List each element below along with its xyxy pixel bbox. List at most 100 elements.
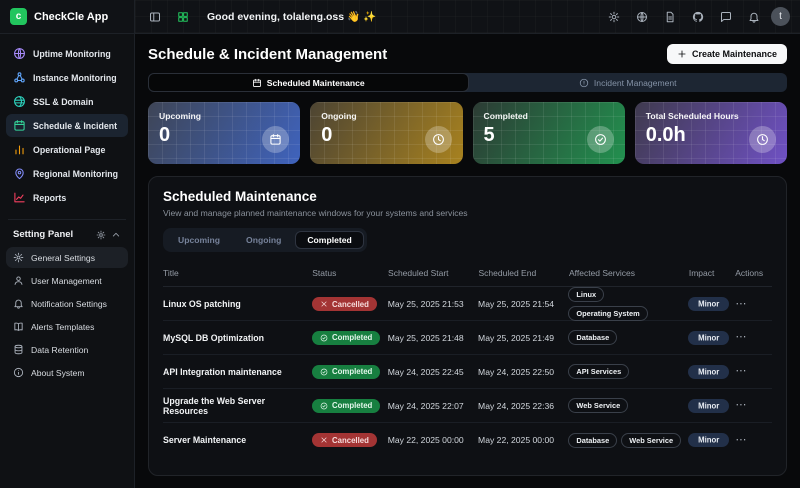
gear-icon	[96, 230, 106, 240]
app-name: CheckCle App	[34, 11, 108, 23]
sidebar-item-label: SSL & Domain	[33, 97, 93, 107]
sidebar-item-operational-page[interactable]: Operational Page	[6, 138, 128, 161]
topbar-right-icons: t	[603, 6, 790, 28]
scheduled-end: May 24, 2025 22:36	[478, 401, 562, 411]
app-grid-button[interactable]	[173, 7, 193, 27]
column-header-actions: Actions	[735, 268, 772, 278]
scheduled-end: May 25, 2025 21:49	[478, 333, 562, 343]
tab-label: Scheduled Maintenance	[267, 78, 365, 88]
sidebar-item-instance-monitoring[interactable]: Instance Monitoring	[6, 66, 128, 89]
top-bar-main: Good evening, tolaleng.oss 👋 ✨ t	[135, 0, 800, 33]
scheduled-maintenance-panel: Scheduled Maintenance View and manage pl…	[148, 176, 787, 476]
service-tag: Database	[568, 433, 617, 448]
sidebar-item-regional-monitoring[interactable]: Regional Monitoring	[6, 162, 128, 185]
bell-icon	[13, 298, 24, 309]
settings-panel-header[interactable]: Setting Panel	[6, 227, 128, 247]
theme-toggle-button[interactable]	[603, 6, 625, 28]
scheduled-end: May 25, 2025 21:54	[478, 299, 562, 309]
tab-incident-management[interactable]: Incident Management	[469, 73, 788, 92]
book-icon	[13, 321, 24, 332]
github-button[interactable]	[687, 6, 709, 28]
notifications-button[interactable]	[743, 6, 765, 28]
twitter-button[interactable]	[693, 11, 703, 21]
user-avatar[interactable]: t	[771, 7, 790, 26]
chevron-up-icon[interactable]	[111, 230, 121, 240]
column-header-impact: Impact	[689, 268, 729, 278]
database-icon	[13, 344, 24, 355]
sidebar-item-label: Reports	[33, 193, 66, 203]
status-badge: Completed	[312, 399, 380, 413]
sidebar-item-reports[interactable]: Reports	[6, 186, 128, 209]
tab-scheduled-maintenance[interactable]: Scheduled Maintenance	[148, 73, 469, 92]
settings-item-user-management[interactable]: User Management	[6, 270, 128, 291]
status-label: Completed	[332, 333, 372, 342]
sidebar-item-schedule-incident[interactable]: Schedule & Incident	[6, 114, 128, 137]
stat-card-ongoing: Ongoing 0	[310, 102, 462, 164]
scheduled-end: May 22, 2025 00:00	[478, 435, 562, 445]
row-actions-button[interactable]: ⋯	[735, 298, 747, 310]
bar-chart-icon	[13, 143, 26, 156]
impact-badge: Minor	[688, 433, 729, 447]
row-actions-button[interactable]: ⋯	[735, 365, 747, 377]
stat-card-upcoming: Upcoming 0	[148, 102, 300, 164]
settings-panel-label: Setting Panel	[13, 229, 91, 240]
gear-icon	[13, 252, 24, 263]
calendar-icon	[252, 78, 262, 88]
sidebar-item-uptime-monitoring[interactable]: Uptime Monitoring	[6, 42, 128, 65]
sidebar-item-label: Operational Page	[33, 145, 105, 155]
filter-ongoing[interactable]: Ongoing	[234, 231, 293, 249]
sidebar-item-label: Uptime Monitoring	[33, 49, 111, 59]
app-shell: Uptime Monitoring Instance Monitoring SS…	[0, 34, 800, 488]
line-chart-icon	[13, 191, 26, 204]
filter-upcoming[interactable]: Upcoming	[166, 231, 232, 249]
settings-item-alerts-templates[interactable]: Alerts Templates	[6, 316, 128, 337]
settings-item-general-settings[interactable]: General Settings	[6, 247, 128, 268]
check-circle-icon	[320, 368, 328, 376]
settings-item-label: Notification Settings	[31, 299, 107, 309]
docs-button[interactable]	[659, 6, 681, 28]
maintenance-title: Linux OS patching	[163, 299, 306, 309]
feedback-button[interactable]	[715, 6, 737, 28]
panel-toggle-button[interactable]	[145, 7, 165, 27]
table-row[interactable]: Upgrade the Web Server Resources Complet…	[163, 389, 772, 423]
sidebar-item-label: Schedule & Incident	[33, 121, 117, 131]
sidebar-item-ssl-domain[interactable]: SSL & Domain	[6, 90, 128, 113]
brand[interactable]: c CheckCle App	[0, 0, 135, 33]
status-badge: Cancelled	[312, 297, 377, 311]
settings-nav: General Settings User Management Notific…	[6, 247, 128, 385]
create-maintenance-button[interactable]: Create Maintenance	[667, 44, 787, 64]
sidebar-item-label: Instance Monitoring	[33, 73, 117, 83]
column-header-title: Title	[163, 268, 306, 278]
stat-label: Upcoming	[159, 111, 289, 121]
affected-services: Database	[568, 330, 682, 345]
settings-item-notification-settings[interactable]: Notification Settings	[6, 293, 128, 314]
row-actions-button[interactable]: ⋯	[735, 399, 747, 411]
settings-item-about-system[interactable]: About System	[6, 362, 128, 383]
row-actions-button[interactable]: ⋯	[735, 331, 747, 343]
table-row[interactable]: MySQL DB Optimization Completed May 25, …	[163, 321, 772, 355]
create-maintenance-label: Create Maintenance	[692, 49, 777, 59]
row-actions-button[interactable]: ⋯	[735, 434, 747, 446]
plus-icon	[677, 49, 687, 59]
impact-badge: Minor	[688, 399, 729, 413]
column-header-affected-services: Affected Services	[569, 268, 683, 278]
settings-item-data-retention[interactable]: Data Retention	[6, 339, 128, 360]
greeting-text: Good evening, tolaleng.oss 👋 ✨	[207, 10, 376, 23]
table-row[interactable]: API Integration maintenance Completed Ma…	[163, 355, 772, 389]
view-tabs: Scheduled Maintenance Incident Managemen…	[148, 73, 787, 92]
status-label: Completed	[332, 401, 372, 410]
table-header-row: TitleStatusScheduled StartScheduled EndA…	[163, 263, 772, 287]
table-row[interactable]: Linux OS patching Cancelled May 25, 2025…	[163, 287, 772, 321]
impact-badge: Minor	[688, 365, 729, 379]
scheduled-start: May 25, 2025 21:53	[388, 299, 472, 309]
maintenance-title: Server Maintenance	[163, 435, 306, 445]
status-badge: Cancelled	[312, 433, 377, 447]
table-row[interactable]: Server Maintenance Cancelled May 22, 202…	[163, 423, 772, 457]
clock-icon	[425, 126, 452, 153]
status-badge: Completed	[312, 365, 380, 379]
filter-completed[interactable]: Completed	[295, 231, 363, 249]
tab-label: Incident Management	[594, 78, 677, 88]
language-button[interactable]	[631, 6, 653, 28]
status-label: Completed	[332, 367, 372, 376]
affected-services: DatabaseWeb Service	[568, 433, 682, 448]
